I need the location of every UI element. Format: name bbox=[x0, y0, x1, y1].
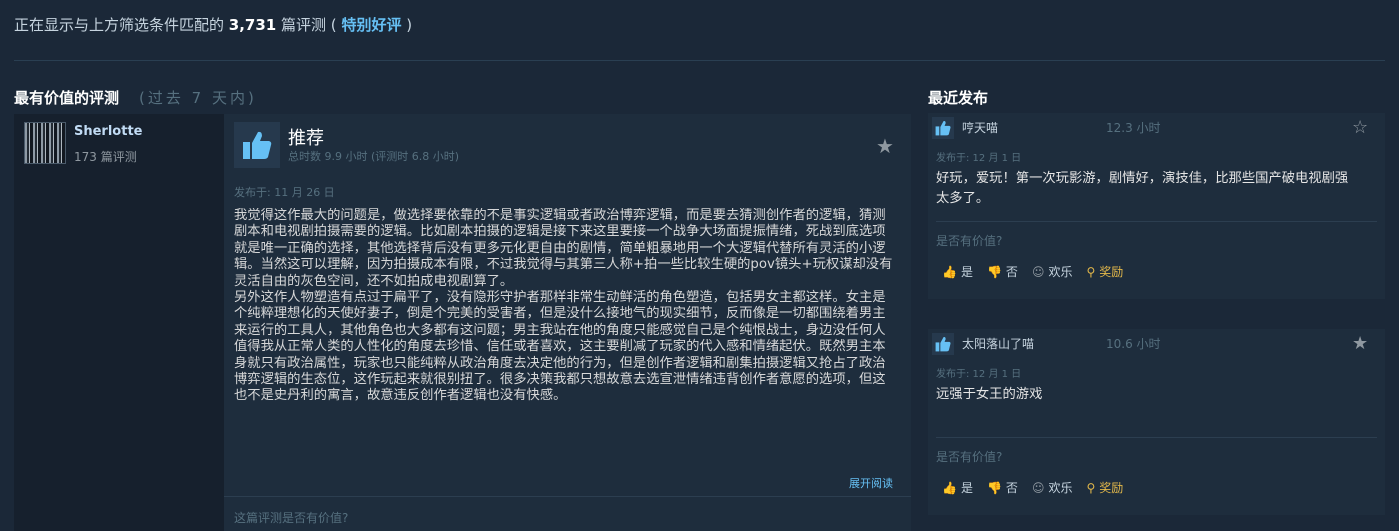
award-icon: ⚲ bbox=[1086, 264, 1096, 279]
helpful-question: 这篇评测是否有价值? bbox=[234, 511, 349, 525]
review-text: 远强于女王的游戏 bbox=[936, 387, 1043, 402]
review-text: 好玩，爱玩！第一次玩影游，剧情好，演技佳，比那些国产破电视剧强太多了。 bbox=[936, 171, 1349, 206]
recommendation-label: 推荐 bbox=[288, 128, 324, 149]
recent-title: 最近发布 bbox=[928, 89, 989, 107]
recent-review-card: 太阳落山了喵 10.6 小时 ★ 发布于: 12 月 1 日 远强于女王的游戏 … bbox=[928, 329, 1385, 515]
vote-yes-button[interactable]: 👍 是 bbox=[942, 263, 973, 280]
smiley-icon: ☺ bbox=[1031, 264, 1045, 279]
most-helpful-title: 最有价值的评测 (过去 7 天内) bbox=[14, 89, 257, 107]
divider bbox=[224, 496, 911, 497]
vote-yes-button[interactable]: 👍 是 bbox=[942, 479, 973, 496]
thumbs-up-icon bbox=[932, 117, 954, 139]
award-icon: ⚲ bbox=[1086, 480, 1096, 495]
overall-rating-link[interactable]: 特别好评 bbox=[341, 16, 401, 34]
posted-date: 发布于: 12 月 1 日 bbox=[936, 153, 1022, 164]
review-text: 我觉得这作最大的问题是，做选择要依靠的不是事实逻辑或者政治博弈逻辑，而是要去猜测… bbox=[234, 208, 896, 453]
thumbs-up-icon: 👍 bbox=[942, 480, 957, 495]
summary-close: ) bbox=[406, 16, 413, 34]
playtime: 12.3 小时 bbox=[1106, 121, 1161, 135]
review-count: 3,731 bbox=[228, 16, 277, 34]
thumbs-up-icon: 👍 bbox=[942, 264, 957, 279]
vote-buttons: 👍 是 👎 否 ☺ 欢乐 ⚲ 奖励 bbox=[942, 479, 1123, 496]
posted-date: 发布于: 12 月 1 日 bbox=[936, 369, 1022, 380]
vote-no-button[interactable]: 👎 否 bbox=[987, 479, 1018, 496]
divider bbox=[936, 437, 1377, 438]
review-paragraph: 我觉得这作最大的问题是，做选择要依靠的不是事实逻辑或者政治博弈逻辑，而是要去猜测… bbox=[234, 208, 893, 289]
thumbs-up-icon bbox=[932, 333, 954, 355]
star-outline-icon[interactable]: ☆ bbox=[1352, 118, 1368, 138]
author-name[interactable]: Sherlotte bbox=[74, 124, 142, 139]
playtime: 总时数 9.9 小时 (评测时 6.8 小时) bbox=[288, 150, 460, 163]
thumbs-up-icon bbox=[234, 122, 280, 168]
author-review-count[interactable]: 173 篇评测 bbox=[74, 148, 137, 165]
thumbs-down-icon: 👎 bbox=[986, 480, 1002, 495]
thumbs-down-icon: 👎 bbox=[986, 264, 1002, 279]
review-paragraph: 另外这作人物塑造有点过于扁平了，没有隐形守护者那样非常生动鲜活的角色塑造，包括男… bbox=[234, 290, 886, 404]
expand-link[interactable]: 展开阅读 bbox=[849, 475, 893, 491]
helpful-question: 是否有价值? bbox=[936, 234, 1003, 248]
avatar[interactable] bbox=[24, 122, 66, 164]
author-name[interactable]: 太阳落山了喵 bbox=[962, 335, 1034, 352]
vote-funny-button[interactable]: ☺ 欢乐 bbox=[1032, 479, 1073, 496]
vote-funny-button[interactable]: ☺ 欢乐 bbox=[1032, 263, 1073, 280]
divider bbox=[936, 221, 1377, 222]
vote-buttons: 👍 是 👎 否 ☺ 欢乐 ⚲ 奖励 bbox=[942, 263, 1123, 280]
most-helpful-subtitle: (过去 7 天内) bbox=[139, 89, 257, 107]
summary-suffix: 篇评测 ( bbox=[281, 16, 337, 34]
review-card: Sherlotte 173 篇评测 推荐 总时数 9.9 小时 (评测时 6.8… bbox=[14, 114, 911, 531]
review-filter-summary: 正在显示与上方筛选条件匹配的 3,731 篇评测 ( 特别好评 ) bbox=[14, 14, 412, 35]
author-name[interactable]: 哼天喵 bbox=[962, 119, 998, 136]
vote-no-button[interactable]: 👎 否 bbox=[987, 263, 1018, 280]
helpful-question: 是否有价值? bbox=[936, 450, 1003, 464]
posted-date: 发布于: 11 月 26 日 bbox=[234, 186, 335, 199]
recent-review-card: 哼天喵 12.3 小时 ☆ 发布于: 12 月 1 日 好玩，爱玩！第一次玩影游… bbox=[928, 113, 1385, 299]
award-button[interactable]: ⚲ 奖励 bbox=[1086, 479, 1123, 496]
smiley-icon: ☺ bbox=[1031, 480, 1045, 495]
playtime: 10.6 小时 bbox=[1106, 337, 1161, 351]
award-button[interactable]: ⚲ 奖励 bbox=[1086, 263, 1123, 280]
section-divider bbox=[14, 60, 1385, 61]
star-icon[interactable]: ★ bbox=[876, 136, 894, 156]
star-icon[interactable]: ★ bbox=[1352, 334, 1368, 354]
summary-prefix: 正在显示与上方筛选条件匹配的 bbox=[14, 16, 225, 34]
review-body: 推荐 总时数 9.9 小时 (评测时 6.8 小时) ★ 发布于: 11 月 2… bbox=[224, 114, 911, 531]
text-fade bbox=[224, 434, 911, 458]
